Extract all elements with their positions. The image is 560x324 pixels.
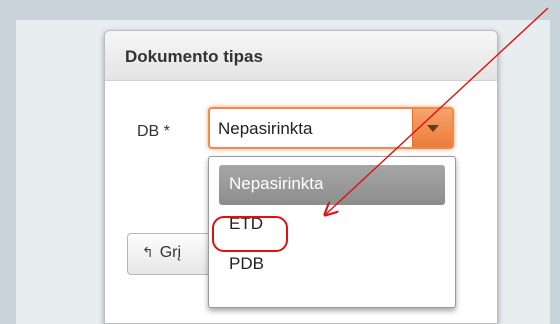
screenshot-frame: Dokumento tipas DB * Nepasirinkta ↰ Grį N… xyxy=(0,0,560,324)
annotation-arrow xyxy=(0,7,549,324)
